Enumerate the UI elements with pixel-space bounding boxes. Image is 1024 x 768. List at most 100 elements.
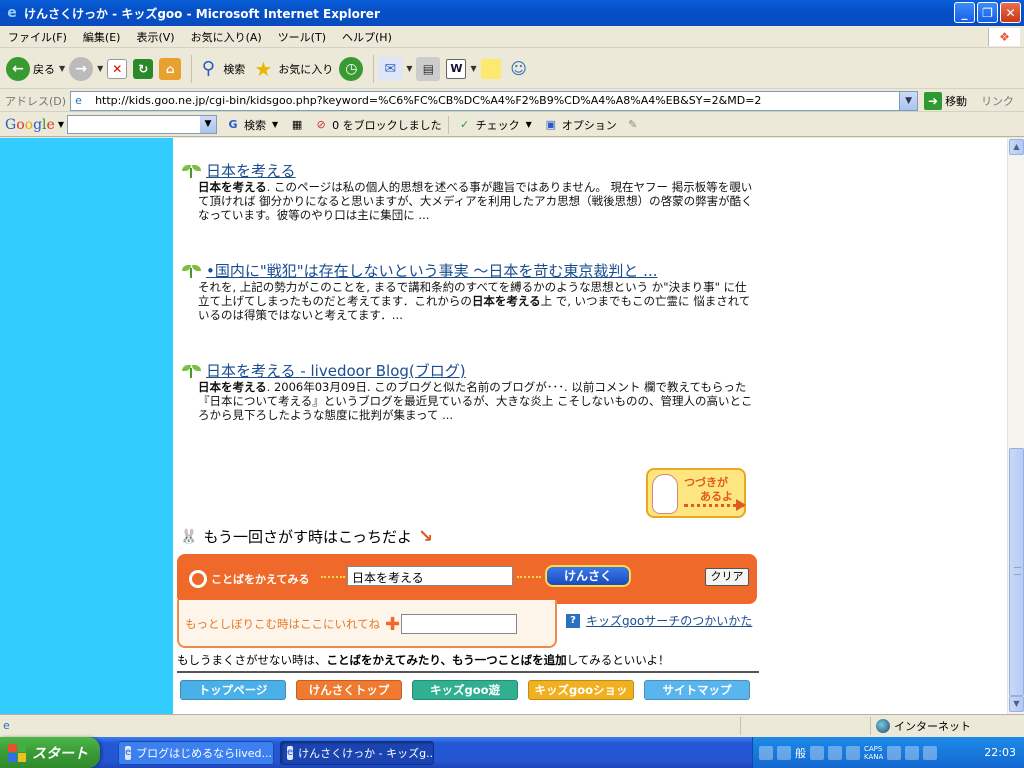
- go-button[interactable]: ➜ 移動: [924, 91, 967, 110]
- snippet-keyword: 日本を考える: [198, 380, 267, 394]
- back-button[interactable]: ← 戻る: [6, 56, 55, 81]
- clock[interactable]: 22:03: [984, 746, 1016, 759]
- result-link[interactable]: •国内に"戦犯"は存在しないという事実 ～日本を苛む東京裁判と ...: [206, 260, 658, 281]
- stop-button[interactable]: ✕: [107, 58, 128, 79]
- refine-input[interactable]: [401, 614, 517, 634]
- address-dropdown-icon[interactable]: ▼: [899, 91, 918, 110]
- close-button[interactable]: ✕: [1000, 2, 1021, 23]
- security-shield-icon[interactable]: [905, 745, 920, 760]
- nav-search-top[interactable]: けんさくトップ: [296, 680, 402, 700]
- howto-link[interactable]: キッズgooサーチのつかいかた: [586, 612, 752, 629]
- keyword-input[interactable]: 日本を考える: [347, 566, 513, 586]
- forward-button[interactable]: →: [69, 56, 94, 81]
- ime-tool-icon[interactable]: [810, 745, 824, 760]
- google-search-button[interactable]: G 検索 ▼: [225, 117, 281, 133]
- forward-arrow-icon: →: [69, 56, 94, 81]
- edit-button[interactable]: W: [446, 58, 467, 79]
- google-menu-dropdown-icon[interactable]: ▼: [58, 120, 64, 129]
- scroll-down-button[interactable]: ▼: [1009, 696, 1024, 712]
- messenger-icon: ☺: [510, 59, 527, 78]
- popup-blocker-icon: ⊘: [316, 118, 326, 131]
- nav-kidsgoo-play[interactable]: キッズgoo遊: [412, 680, 518, 700]
- vertical-scrollbar[interactable]: ▲ ▼: [1007, 138, 1024, 714]
- network-icon[interactable]: [923, 745, 938, 760]
- scroll-up-button[interactable]: ▲: [1009, 139, 1024, 155]
- search-label: 検索: [223, 62, 246, 76]
- history-button[interactable]: ◷: [339, 56, 364, 81]
- ime-mode[interactable]: 般: [795, 745, 806, 761]
- options-label: オプション: [561, 118, 617, 132]
- snippet-keyword: 日本を考える: [198, 180, 267, 194]
- spellcheck-button[interactable]: ✓ チェック ▼: [457, 117, 535, 133]
- restore-button[interactable]: ❐: [977, 2, 998, 23]
- nav-kidsgoo-shop[interactable]: キッズgooショップ: [528, 680, 634, 714]
- page-status-icon: e: [3, 719, 10, 732]
- page-icon: e: [75, 93, 82, 107]
- print-button[interactable]: ▤: [416, 56, 441, 81]
- address-input[interactable]: e http://kids.goo.ne.jp/cgi-bin/kidsgoo.…: [70, 90, 919, 111]
- clear-button[interactable]: クリア: [705, 568, 749, 586]
- favorites-button[interactable]: ★ お気に入り: [251, 57, 333, 81]
- keyboard-icon[interactable]: [759, 745, 773, 760]
- caps-label: CAPS: [864, 744, 883, 753]
- popup-blocker-button[interactable]: ⊘ 0 をブロックしました: [313, 117, 442, 133]
- nav-sitemap[interactable]: サイトマップ: [644, 680, 750, 700]
- mail-button[interactable]: ✉: [378, 56, 403, 81]
- menu-tools[interactable]: ツール(T): [270, 29, 334, 45]
- google-search-input[interactable]: ▼: [66, 115, 217, 134]
- google-search-dropdown-icon[interactable]: ▼: [272, 120, 278, 129]
- highlighter-icon: ✎: [628, 118, 638, 131]
- dictionary-icon[interactable]: [828, 745, 842, 760]
- google-toolbar-separator: [447, 115, 449, 134]
- home-button[interactable]: ⌂: [159, 57, 182, 80]
- ime-icon[interactable]: [777, 745, 791, 760]
- minimize-button[interactable]: _: [954, 2, 975, 23]
- spellcheck-dropdown-icon[interactable]: ▼: [526, 120, 532, 129]
- start-label: スタート: [32, 745, 88, 762]
- menu-view[interactable]: 表示(V): [128, 29, 182, 45]
- printer-icon: ▤: [416, 56, 441, 81]
- result-title-row: 日本を考える: [180, 160, 760, 180]
- system-tray: 般 CAPS KANA 22:03: [752, 737, 1024, 768]
- scroll-thumb[interactable]: [1009, 448, 1024, 696]
- forward-dropdown-icon[interactable]: ▼: [97, 64, 103, 73]
- back-dropdown-icon[interactable]: ▼: [59, 64, 65, 73]
- menu-edit[interactable]: 編集(E): [75, 29, 129, 45]
- menu-favorites[interactable]: お気に入り(A): [183, 29, 270, 45]
- search-button[interactable]: ⚲ 検索: [196, 57, 246, 81]
- google-input-dropdown-icon[interactable]: ▼: [199, 116, 216, 133]
- search-submit-button[interactable]: けんさく: [545, 565, 631, 587]
- highlight-button[interactable]: ✎: [625, 117, 641, 133]
- nav-top-page[interactable]: トップページ: [180, 680, 286, 700]
- help-icon[interactable]: [846, 745, 860, 760]
- sprout-icon: [180, 262, 202, 278]
- options-button[interactable]: ▣ オプション: [543, 117, 617, 133]
- result-link[interactable]: 日本を考える - livedoor Blog(ブログ): [206, 360, 466, 381]
- window-title: けんさくけっか - キッズgoo - Microsoft Internet Ex…: [24, 6, 380, 21]
- mail-dropdown-icon[interactable]: ▼: [406, 64, 412, 73]
- taskbar-button-active[interactable]: e けんさくけっか - キッズg...: [280, 740, 434, 765]
- magnifier-icon: [189, 570, 207, 588]
- page-rank-button[interactable]: ▦: [289, 117, 305, 133]
- menu-help[interactable]: ヘルプ(H): [334, 29, 400, 45]
- google-logo[interactable]: Google: [0, 117, 55, 133]
- security-zone[interactable]: インターネット: [876, 718, 971, 734]
- options-icon: ▣: [545, 118, 556, 131]
- edit-dropdown-icon[interactable]: ▼: [470, 64, 476, 73]
- result-link[interactable]: 日本を考える: [206, 160, 296, 181]
- start-button[interactable]: スタート: [0, 737, 100, 768]
- title-bar[interactable]: e けんさくけっか - キッズgoo - Microsoft Internet …: [0, 0, 1024, 26]
- ie-icon: e: [7, 5, 17, 21]
- messenger-button[interactable]: ☺: [507, 57, 531, 81]
- menu-file[interactable]: ファイル(F): [0, 29, 75, 45]
- hint-pre: もしうまくさがせない時は、: [177, 653, 327, 667]
- links-label[interactable]: リンク: [981, 93, 1014, 109]
- help-icon: ?: [566, 613, 580, 628]
- refresh-button[interactable]: ↻: [133, 58, 154, 79]
- more-results-button[interactable]: つづきが あるよ: [646, 468, 746, 518]
- address-url[interactable]: http://kids.goo.ne.jp/cgi-bin/kidsgoo.ph…: [95, 94, 761, 107]
- taskbar-button[interactable]: e ブログはじめるならlived...: [118, 740, 274, 765]
- tray-expand-icon[interactable]: [887, 745, 902, 760]
- note-button[interactable]: [480, 58, 501, 79]
- search-again-heading: 🐰 もう一回さがす時はこっちだよ ↘: [180, 526, 433, 547]
